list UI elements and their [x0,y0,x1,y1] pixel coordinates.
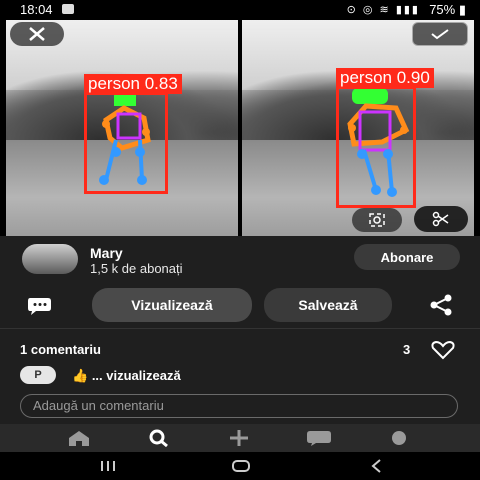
recents-icon [101,461,115,471]
home-pill-icon [232,460,250,472]
scissors-icon [432,211,449,227]
search-icon [149,429,168,447]
back-icon [371,459,381,473]
image-notification-icon [62,4,74,14]
bounding-box-left [84,92,168,194]
back-button[interactable] [368,458,386,474]
comment-preview[interactable]: 👍 ... vizualizează [72,368,181,384]
actions-row: Vizualizează Salvează [0,286,480,326]
channel-row: Mary 1,5 k de abonați Abonare [0,236,480,286]
share-button[interactable] [428,294,454,316]
system-nav [0,452,480,480]
thumbs-up-icon: 👍 [72,368,89,383]
detection-label-right: person 0.90 [336,68,434,88]
bounding-box-right [336,86,416,208]
pin-image[interactable]: person 0.83 person 0.90 [0,20,480,236]
signal-icons: ⊙ ◎ ≋ ▮▮▮ [346,4,420,16]
home-icon [69,431,89,446]
subscriber-count: 1,5 k de abonați [90,261,183,276]
lens-button[interactable] [352,208,402,232]
close-icon [29,27,45,41]
photo-left: person 0.83 [6,20,238,236]
divider [0,328,480,329]
comment-input[interactable]: Adaugă un comentariu [20,394,458,418]
comment-button[interactable] [26,294,54,316]
recents-button[interactable] [98,458,118,474]
plus-icon [230,430,248,446]
crop-button[interactable] [414,206,468,232]
heart-icon [431,340,455,360]
check-icon [431,29,449,40]
lens-icon [369,213,385,227]
nav-messages[interactable] [304,428,334,448]
status-time: 18:04 [20,2,53,17]
battery-level: 75% ▮ [429,2,466,17]
nav-profile[interactable] [384,428,414,448]
like-button[interactable] [430,340,456,360]
subscribe-button[interactable]: Abonare [354,244,460,270]
detection-label-left: person 0.83 [84,74,182,94]
comments-section: 1 comentariu 3 P 👍 ... vizualizează Adau… [0,330,480,424]
save-button[interactable]: Salvează [264,288,392,322]
visit-button[interactable]: Vizualizează [92,288,252,322]
speech-bubble-icon [28,298,51,315]
share-icon [430,294,452,316]
comments-header[interactable]: 1 comentariu [20,342,101,357]
bottom-nav [0,424,480,452]
nav-search[interactable] [144,428,174,448]
profile-avatar-icon [392,431,406,445]
status-bar: 18:04 ⊙ ◎ ≋ ▮▮▮ 75% ▮ [0,0,480,20]
channel-name[interactable]: Mary [90,245,123,261]
home-button[interactable] [230,458,252,474]
commenter-avatar[interactable]: P [20,366,56,384]
close-button[interactable] [10,22,64,46]
likes-count: 3 [403,342,411,357]
avatar[interactable] [22,244,78,274]
chat-icon [307,431,331,446]
photo-right: person 0.90 [242,20,474,236]
nav-home[interactable] [64,428,94,448]
nav-create[interactable] [224,428,254,448]
select-button[interactable] [412,22,468,46]
